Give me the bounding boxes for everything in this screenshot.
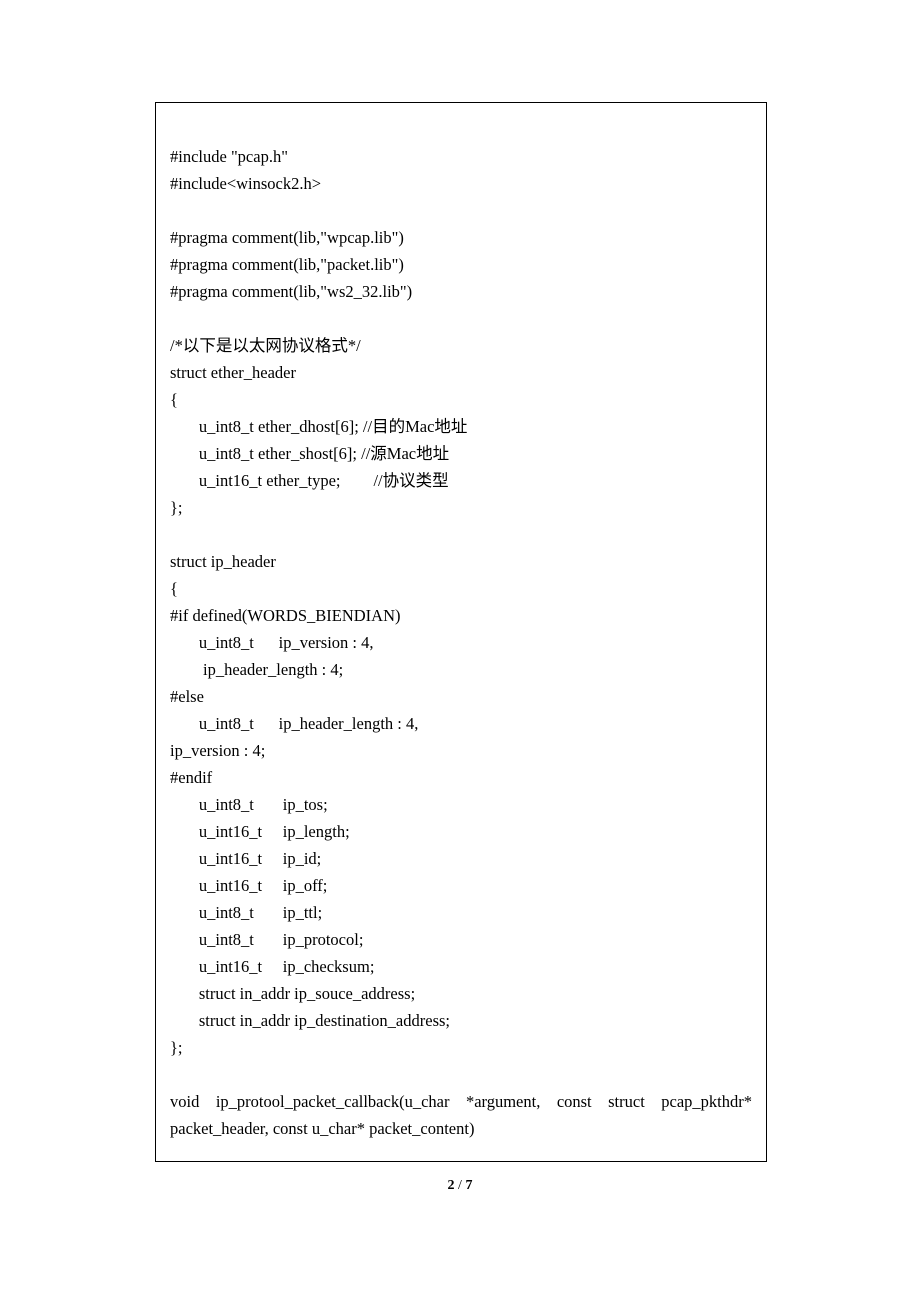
code-line: #endif	[170, 764, 752, 791]
code-line: struct in_addr ip_souce_address;	[170, 980, 752, 1007]
code-line: struct in_addr ip_destination_address;	[170, 1007, 752, 1034]
code-line: ip_version : 4;	[170, 737, 752, 764]
code-block: #include "pcap.h"#include<winsock2.h> #pr…	[170, 143, 752, 1088]
code-line: u_int8_t ether_dhost[6]; //目的Mac地址	[170, 413, 752, 440]
code-line: u_int16_t ip_checksum;	[170, 953, 752, 980]
code-line: void ip_protool_packet_callback(u_char *…	[170, 1088, 752, 1115]
code-line: #pragma comment(lib,"packet.lib")	[170, 251, 752, 278]
code-line: u_int8_t ip_tos;	[170, 791, 752, 818]
code-line: #include "pcap.h"	[170, 143, 752, 170]
code-line: #if defined(WORDS_BIENDIAN)	[170, 602, 752, 629]
code-line: {	[170, 575, 752, 602]
code-line: struct ip_header	[170, 548, 752, 575]
code-line: packet_header, const u_char* packet_cont…	[170, 1115, 752, 1142]
code-line	[170, 305, 752, 332]
code-line: u_int16_t ip_length;	[170, 818, 752, 845]
code-line: struct ether_header	[170, 359, 752, 386]
code-line: u_int16_t ip_id;	[170, 845, 752, 872]
code-line: #else	[170, 683, 752, 710]
code-line: #include<winsock2.h>	[170, 170, 752, 197]
code-line: u_int8_t ip_version : 4,	[170, 629, 752, 656]
code-line	[170, 197, 752, 224]
code-line: u_int16_t ip_off;	[170, 872, 752, 899]
code-line	[170, 521, 752, 548]
code-line: /*以下是以太网协议格式*/	[170, 332, 752, 359]
code-line: };	[170, 1034, 752, 1061]
code-line: u_int8_t ip_ttl;	[170, 899, 752, 926]
code-line	[170, 1061, 752, 1088]
code-line: u_int8_t ip_header_length : 4,	[170, 710, 752, 737]
code-line: ip_header_length : 4;	[170, 656, 752, 683]
page-number: 2 / 7	[0, 1178, 920, 1194]
code-frame: #include "pcap.h"#include<winsock2.h> #pr…	[155, 102, 767, 1162]
page-separator: /	[455, 1178, 466, 1193]
code-line: u_int16_t ether_type; //协议类型	[170, 467, 752, 494]
page-total: 7	[465, 1178, 472, 1193]
code-line: u_int8_t ip_protocol;	[170, 926, 752, 953]
code-line: #pragma comment(lib,"wpcap.lib")	[170, 224, 752, 251]
page-current: 2	[448, 1178, 455, 1193]
code-line: u_int8_t ether_shost[6]; //源Mac地址	[170, 440, 752, 467]
code-line: #pragma comment(lib,"ws2_32.lib")	[170, 278, 752, 305]
code-line: };	[170, 494, 752, 521]
code-line: {	[170, 386, 752, 413]
